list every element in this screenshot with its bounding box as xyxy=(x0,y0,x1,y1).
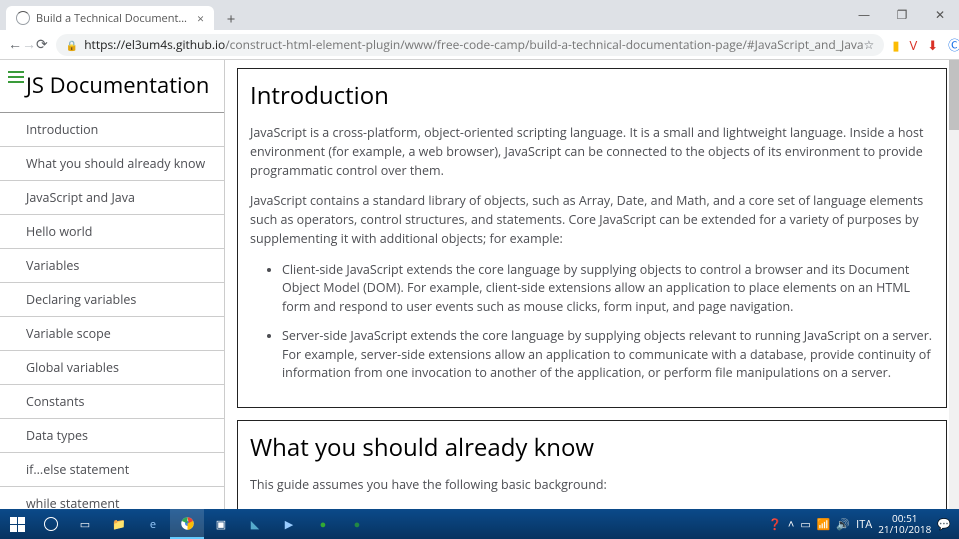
tray-battery-icon[interactable]: ▭ xyxy=(800,517,810,532)
taskbar-app-powershell[interactable]: ▶ xyxy=(272,509,306,539)
windows-taskbar: ▭ 📁 e ▣ ◣ ▶ ● ● ❓ ˄ ▭ 📶 🔊 ITA 00:51 21/1… xyxy=(0,509,959,539)
tray-notifications-icon[interactable]: 💬 xyxy=(937,517,951,532)
section-introduction: Introduction JavaScript is a cross-platf… xyxy=(237,68,947,408)
tray-help-icon[interactable]: ❓ xyxy=(768,517,782,532)
taskbar-app-explorer[interactable]: 📁 xyxy=(102,509,136,539)
main-content[interactable]: Introduction JavaScript is a cross-platf… xyxy=(237,60,947,509)
section-heading: What you should already know xyxy=(250,431,934,464)
nav-item-javascript-and-java[interactable]: JavaScript and Java xyxy=(0,181,224,215)
nav-item-if-else[interactable]: if...else statement xyxy=(0,453,224,487)
cortana-button[interactable] xyxy=(34,509,68,539)
tray-wifi-icon[interactable]: 📶 xyxy=(817,517,831,532)
nav-item-hello-world[interactable]: Hello world xyxy=(0,215,224,249)
nav-item-constants[interactable]: Constants xyxy=(0,385,224,419)
tray-chevron-icon[interactable]: ˄ xyxy=(788,517,794,532)
url-text: https://el3um4s.github.io/construct-html… xyxy=(84,36,863,53)
favicon-spinner-icon xyxy=(16,11,30,25)
section-what-you-should-know: What you should already know This guide … xyxy=(237,420,947,509)
tray-volume-icon[interactable]: 🔊 xyxy=(836,517,850,532)
sidebar-title: JS Documentation xyxy=(0,60,224,113)
tray-clock[interactable]: 00:51 21/10/2018 xyxy=(878,513,931,535)
paragraph: JavaScript contains a standard library o… xyxy=(250,192,934,248)
task-view-button[interactable]: ▭ xyxy=(68,509,102,539)
list-item: Server-side JavaScript extends the core … xyxy=(282,327,934,383)
tab-bar: Build a Technical Documentation × + — ❐ … xyxy=(0,0,959,30)
address-bar: ← → ⟳ 🔒 https://el3um4s.github.io/constr… xyxy=(0,30,959,60)
taskbar-app-green2[interactable]: ● xyxy=(340,509,374,539)
ext-download-icon[interactable]: ⬇ xyxy=(927,36,938,54)
reload-button[interactable]: ⟳ xyxy=(36,33,48,57)
scrollbar-track[interactable] xyxy=(949,60,959,509)
taskbar-app-edge[interactable]: e xyxy=(136,509,170,539)
new-tab-button[interactable]: + xyxy=(220,8,242,30)
ext-v-icon[interactable]: V xyxy=(909,36,917,54)
tray-language[interactable]: ITA xyxy=(856,517,872,532)
nav-item-declaring-variables[interactable]: Declaring variables xyxy=(0,283,224,317)
section-heading: Introduction xyxy=(250,79,934,112)
window-close-button[interactable]: ✕ xyxy=(921,0,959,30)
nav-item-introduction[interactable]: Introduction xyxy=(0,113,224,147)
taskbar-app-chrome[interactable] xyxy=(170,509,204,539)
browser-tab[interactable]: Build a Technical Documentation × xyxy=(6,6,214,30)
taskbar-app-vscode[interactable]: ◣ xyxy=(238,509,272,539)
bookmark-star-icon[interactable]: ☆ xyxy=(864,36,875,53)
lock-icon: 🔒 xyxy=(66,38,78,52)
window-maximize-button[interactable]: ❐ xyxy=(883,0,921,30)
tab-title: Build a Technical Documentation xyxy=(36,11,191,26)
forward-button[interactable]: → xyxy=(22,33,36,57)
paragraph: This guide assumes you have the followin… xyxy=(250,476,934,495)
start-button[interactable] xyxy=(0,509,34,539)
paragraph: JavaScript is a cross-platform, object-o… xyxy=(250,124,934,180)
nav-item-data-types[interactable]: Data types xyxy=(0,419,224,453)
nav-item-global-variables[interactable]: Global variables xyxy=(0,351,224,385)
extension-icons: ▮ V ⬇ Ⓒ ⬤ 👤 ⋮ xyxy=(892,35,959,54)
window-minimize-button[interactable]: — xyxy=(845,0,883,30)
taskbar-app-terminal[interactable]: ▣ xyxy=(204,509,238,539)
ext-c-icon[interactable]: Ⓒ xyxy=(948,35,959,54)
nav-item-while[interactable]: while statement xyxy=(0,487,224,509)
nav-list: Introduction What you should already kno… xyxy=(0,113,224,509)
hamburger-menu-icon[interactable] xyxy=(8,68,24,86)
nav-item-variables[interactable]: Variables xyxy=(0,249,224,283)
page-viewport: JS Documentation Introduction What you s… xyxy=(0,60,959,509)
back-button[interactable]: ← xyxy=(8,33,22,57)
nav-item-variable-scope[interactable]: Variable scope xyxy=(0,317,224,351)
sidebar-nav: JS Documentation Introduction What you s… xyxy=(0,60,225,509)
scrollbar-thumb[interactable] xyxy=(949,60,959,130)
url-input[interactable]: 🔒 https://el3um4s.github.io/construct-ht… xyxy=(56,34,885,56)
browser-chrome: Build a Technical Documentation × + — ❐ … xyxy=(0,0,959,60)
taskbar-app-green1[interactable]: ● xyxy=(306,509,340,539)
list-item: Client-side JavaScript extends the core … xyxy=(282,261,934,317)
nav-item-what-you-should-know[interactable]: What you should already know xyxy=(0,147,224,181)
tab-close-icon[interactable]: × xyxy=(197,10,204,27)
ext-keep-icon[interactable]: ▮ xyxy=(892,36,899,54)
window-controls: — ❐ ✕ xyxy=(845,0,959,30)
